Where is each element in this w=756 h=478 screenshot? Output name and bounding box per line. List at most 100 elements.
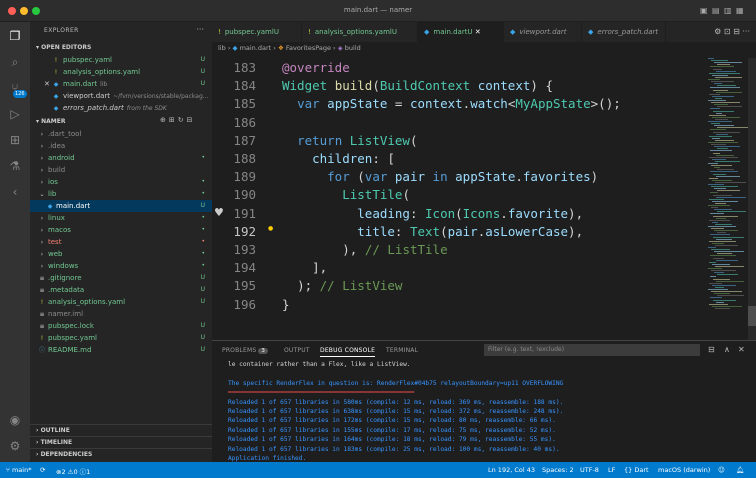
- indentation-status[interactable]: Spaces: 2: [542, 466, 574, 474]
- minimap-line: [715, 139, 734, 141]
- minimap-line: [708, 205, 730, 206]
- editor-tab[interactable]: ! analysis_options.yamlU: [302, 22, 418, 42]
- testing-icon[interactable]: ⚗: [7, 158, 23, 174]
- minimap-line: [716, 280, 744, 282]
- dependencies-section[interactable]: › DEPENDENCIES: [30, 448, 212, 460]
- minimap-line: [708, 79, 720, 80]
- toggle-sidebar-icon[interactable]: ▣: [700, 6, 708, 15]
- open-editor-item[interactable]: ◆ errors_patch.dart from the SDK: [30, 102, 212, 114]
- editor-tab[interactable]: ! pubspec.yamlU: [212, 22, 302, 42]
- tree-item[interactable]: › linux •: [30, 212, 212, 224]
- minimap-line: [713, 257, 724, 259]
- cursor-position[interactable]: Ln 192, Col 43: [488, 466, 535, 474]
- scrollbar-thumb[interactable]: [748, 306, 756, 326]
- tree-item[interactable]: › .dart_tool: [30, 128, 212, 140]
- breadcrumb-method[interactable]: build: [345, 44, 361, 52]
- code-editor[interactable]: 183 @override 184 Widget build(BuildContext…: [212, 58, 742, 340]
- git-status-badge: U: [200, 298, 205, 305]
- open-editor-item[interactable]: ! analysis_options.yaml U: [30, 66, 212, 78]
- tree-item[interactable]: ◆ main.dart U: [30, 200, 212, 212]
- tree-item[interactable]: ! pubspec.yaml U: [30, 332, 212, 344]
- tab-debug-console[interactable]: DEBUG CONSOLE: [320, 347, 376, 357]
- flutter-icon[interactable]: ‹: [7, 184, 23, 200]
- tree-item[interactable]: ≡ pubspec.lock U: [30, 320, 212, 332]
- branch-status[interactable]: ⑂ main*: [6, 466, 31, 474]
- tree-item[interactable]: › android •: [30, 152, 212, 164]
- console-filter-input[interactable]: Filter (e.g. text, !exclude): [484, 344, 700, 356]
- breadcrumb-class[interactable]: FavoritesPage: [286, 44, 331, 52]
- editor-scrollbar[interactable]: [748, 58, 756, 340]
- source-control-icon[interactable]: ⑂ 126: [7, 80, 27, 98]
- encoding-status[interactable]: UTF-8: [580, 466, 599, 474]
- minimap-line: [711, 186, 738, 188]
- search-icon[interactable]: ⌕: [7, 54, 23, 70]
- explorer-icon[interactable]: ❐: [7, 28, 23, 44]
- close-panel-icon[interactable]: ✕: [738, 345, 745, 354]
- tab-terminal[interactable]: TERMINAL: [386, 347, 418, 354]
- run-debug-icon[interactable]: ▷: [7, 106, 23, 122]
- tree-item-label: web: [48, 250, 63, 258]
- timeline-section[interactable]: › TIMELINE: [30, 436, 212, 448]
- console-line: Application finished.: [228, 455, 307, 462]
- more-actions-icon[interactable]: ···: [196, 25, 204, 34]
- tree-item[interactable]: ≡ .metadata U: [30, 284, 212, 296]
- tree-item[interactable]: ≡ namer.iml: [30, 308, 212, 320]
- tree-item[interactable]: ! analysis_options.yaml U: [30, 296, 212, 308]
- editor-tab[interactable]: ◆ main.dartU ✕: [418, 22, 504, 42]
- open-editors-section[interactable]: ▾ OPEN EDITORS: [30, 42, 212, 54]
- eol-status[interactable]: LF: [608, 466, 615, 474]
- open-editor-item[interactable]: ! pubspec.yaml U: [30, 54, 212, 66]
- tab-problems[interactable]: PROBLEMS 3: [222, 347, 269, 354]
- tree-item[interactable]: ⌄ lib •: [30, 188, 212, 200]
- tree-item[interactable]: › windows •: [30, 260, 212, 272]
- minimap-line: [717, 295, 744, 297]
- tree-item[interactable]: › .idea: [30, 140, 212, 152]
- breadcrumb-lib[interactable]: lib: [218, 44, 226, 52]
- account-icon[interactable]: ◉: [7, 412, 23, 428]
- tree-item[interactable]: › ios •: [30, 176, 212, 188]
- tree-item[interactable]: › macos •: [30, 224, 212, 236]
- tree-item[interactable]: ≡ .gitignore U: [30, 272, 212, 284]
- open-editor-item[interactable]: ◆ viewport.dart ~/fvm/versions/stable/pack…: [30, 90, 212, 102]
- clear-console-icon[interactable]: ⊟: [708, 345, 715, 354]
- tree-item[interactable]: › test •: [30, 236, 212, 248]
- close-editor-icon[interactable]: ✕: [44, 78, 50, 90]
- outline-section[interactable]: › OUTLINE: [30, 424, 212, 436]
- chevron-right-icon: ›: [40, 239, 44, 246]
- language-mode[interactable]: {} Dart: [624, 466, 649, 474]
- git-status-badge: U: [200, 202, 205, 209]
- console-line: Reloaded 1 of 657 libraries in 638ms (co…: [228, 408, 564, 415]
- open-editor-detail: ~/fvm/versions/stable/packag...: [113, 93, 209, 100]
- tree-item[interactable]: ⓘ README.md U: [30, 344, 212, 356]
- open-editor-item[interactable]: ✕ ◆ main.dart lib U: [30, 78, 212, 90]
- toggle-secondary-sidebar-icon[interactable]: ▥: [724, 6, 732, 15]
- lightbulb-icon[interactable]: ●: [268, 225, 273, 232]
- chevron-right-icon: ›: [40, 227, 44, 234]
- minimap-line: [715, 265, 744, 267]
- editor-tab[interactable]: ◆ errors_patch.dart: [582, 22, 666, 42]
- tree-item[interactable]: › web •: [30, 248, 212, 260]
- console-line: Reloaded 1 of 657 libraries in 164ms (co…: [228, 436, 556, 444]
- account-status-icon[interactable]: ☺: [718, 466, 725, 474]
- problems-status[interactable]: ⊗2 ⚠0 ⓘ1: [56, 466, 90, 476]
- git-status-badge: •: [201, 178, 205, 185]
- tree-item-label: .idea: [48, 142, 66, 150]
- extensions-icon[interactable]: ⊞: [7, 132, 23, 148]
- minimap-line: [712, 74, 728, 76]
- close-tab-icon[interactable]: ✕: [473, 28, 481, 36]
- breadcrumb-file[interactable]: main.dart: [240, 44, 272, 52]
- maximize-panel-icon[interactable]: ∧: [724, 345, 730, 354]
- editor-tab[interactable]: ◆ viewport.dart: [504, 22, 582, 42]
- sync-icon[interactable]: ⟳: [40, 466, 45, 474]
- explorer-actions-icon[interactable]: ⊕⊞↻⊟: [160, 116, 195, 124]
- tab-output[interactable]: OUTPUT: [284, 347, 310, 354]
- tree-item[interactable]: › build: [30, 164, 212, 176]
- editor-actions-icon[interactable]: ⚙ ⊡ ⊟ ···: [714, 27, 750, 36]
- device-status[interactable]: macOS (darwin): [658, 466, 710, 474]
- notifications-icon[interactable]: 🔔︎: [736, 466, 744, 474]
- settings-gear-icon[interactable]: ⚙: [7, 438, 23, 454]
- customize-layout-icon[interactable]: ▦: [736, 6, 744, 15]
- window-title: main.dart — namer: [343, 6, 413, 14]
- toggle-panel-icon[interactable]: ▤: [712, 6, 720, 15]
- minimap[interactable]: [708, 58, 748, 318]
